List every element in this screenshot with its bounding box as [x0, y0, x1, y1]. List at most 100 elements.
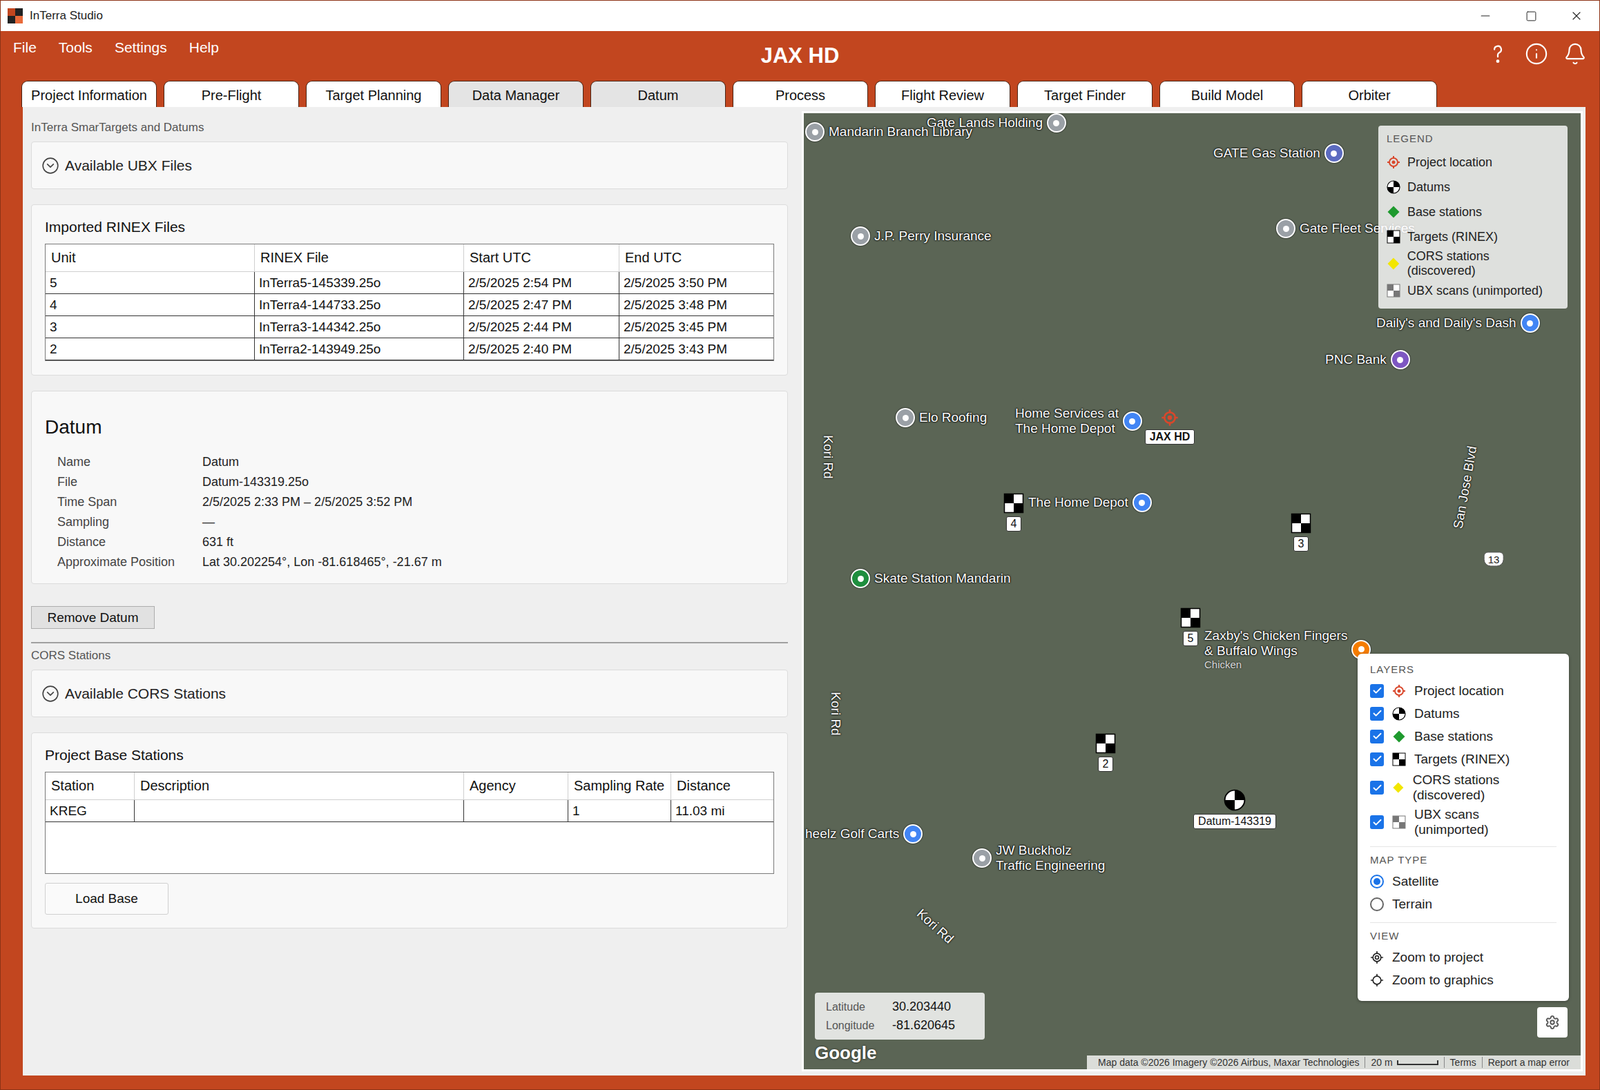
- checkbox[interactable]: [1370, 815, 1384, 830]
- map-pin-icon[interactable]: [1276, 218, 1296, 239]
- target-marker[interactable]: 5: [1142, 607, 1239, 647]
- tab[interactable]: Orbiter: [1301, 80, 1438, 108]
- map-poi[interactable]: heelz Golf Carts: [805, 824, 923, 844]
- target-marker[interactable]: 3: [1252, 513, 1350, 552]
- map-poi[interactable]: GATE Gas Station: [1213, 143, 1344, 163]
- layer-toggle[interactable]: Base stations: [1370, 725, 1557, 748]
- map-pin-icon[interactable]: [1132, 493, 1152, 513]
- column-header[interactable]: Sampling Rate: [568, 772, 672, 801]
- help-icon[interactable]: [1486, 42, 1510, 66]
- project-marker[interactable]: JAX HD: [1121, 408, 1219, 445]
- ubx-files-expander[interactable]: Available UBX Files: [31, 141, 788, 190]
- attribution-link[interactable]: Terms: [1443, 1057, 1482, 1069]
- table-row[interactable]: 4InTerra4-144733.25o2/5/2025 2:47 PM2/5/…: [45, 294, 774, 317]
- column-header[interactable]: Unit: [45, 244, 255, 273]
- layer-toggle[interactable]: CORS stations (discovered): [1370, 770, 1557, 806]
- tab[interactable]: Build Model: [1159, 80, 1295, 108]
- map-pin-icon[interactable]: [1324, 143, 1344, 163]
- cors-stations-expander[interactable]: Available CORS Stations: [31, 669, 788, 718]
- datum-marker[interactable]: Datum-143319: [1186, 789, 1284, 830]
- column-header[interactable]: End UTC: [619, 244, 774, 273]
- tab[interactable]: Process: [732, 80, 869, 108]
- map-poi[interactable]: Daily's and Daily's Dash: [1376, 313, 1540, 333]
- layer-toggle[interactable]: Datums: [1370, 702, 1557, 726]
- map-pin-icon[interactable]: [895, 408, 915, 428]
- maximize-button[interactable]: [1508, 0, 1554, 32]
- chevron-icon[interactable]: [41, 685, 60, 703]
- maximize-icon[interactable]: [1525, 10, 1538, 23]
- gear-icon[interactable]: [1544, 1015, 1560, 1031]
- menu-item[interactable]: Settings: [114, 39, 168, 56]
- remove-datum-button[interactable]: Remove Datum: [31, 606, 155, 630]
- load-base-button[interactable]: Load Base: [44, 883, 169, 915]
- view-action[interactable]: Zoom to project: [1370, 946, 1557, 969]
- menu-item[interactable]: Tools: [58, 39, 93, 56]
- map-pin-icon[interactable]: [850, 226, 871, 246]
- layer-toggle[interactable]: UBX scans (unimported): [1370, 805, 1557, 840]
- map-poi[interactable]: PNC Bank: [1325, 350, 1411, 370]
- column-header[interactable]: Station: [45, 772, 135, 801]
- map-poi[interactable]: Zaxby's Chicken Fingers& Buffalo WingsCh…: [1204, 628, 1371, 671]
- column-header[interactable]: Distance: [671, 772, 774, 801]
- minimize-button[interactable]: [1462, 0, 1509, 32]
- layer-toggle[interactable]: Targets (RINEX): [1370, 747, 1557, 771]
- map-pin-icon[interactable]: [850, 569, 871, 589]
- map-poi[interactable]: Home Services atThe Home Depot: [1015, 406, 1143, 437]
- poi-label: Home Services at: [1015, 406, 1119, 422]
- column-header[interactable]: Agency: [464, 772, 569, 801]
- zoom-graphics-icon[interactable]: [1370, 973, 1384, 988]
- menu-item[interactable]: File: [13, 39, 37, 56]
- tab[interactable]: Flight Review: [874, 80, 1011, 108]
- menu-item[interactable]: Help: [189, 39, 219, 56]
- map-pin-icon[interactable]: [1122, 411, 1143, 431]
- checkbox[interactable]: [1370, 707, 1384, 721]
- map-pin-icon[interactable]: [903, 824, 923, 844]
- tab[interactable]: Project Information: [21, 80, 157, 108]
- map-poi[interactable]: Mandarin Branch Library: [805, 122, 973, 142]
- radio[interactable]: [1370, 874, 1384, 889]
- tab[interactable]: Datum: [590, 80, 726, 108]
- map-type-option[interactable]: Terrain: [1370, 892, 1557, 916]
- minimize-icon[interactable]: [1478, 8, 1493, 23]
- tab[interactable]: Target Planning: [305, 80, 442, 108]
- tab[interactable]: Target Finder: [1017, 80, 1153, 108]
- attribution-link[interactable]: Report a map error: [1481, 1057, 1576, 1069]
- tab[interactable]: Data Manager: [448, 80, 584, 108]
- map-pin-icon[interactable]: [1520, 313, 1540, 333]
- column-header[interactable]: Description: [134, 772, 465, 801]
- info-icon[interactable]: [1524, 42, 1549, 66]
- map-poi[interactable]: J.P. Perry Insurance: [850, 226, 992, 246]
- view-action[interactable]: Zoom to graphics: [1370, 968, 1557, 992]
- map-type-option[interactable]: Satellite: [1370, 870, 1557, 893]
- tab[interactable]: Pre-Flight: [163, 80, 300, 108]
- close-icon[interactable]: [1569, 8, 1584, 23]
- map-settings-button[interactable]: [1537, 1007, 1568, 1038]
- checkbox[interactable]: [1370, 781, 1384, 795]
- column-header[interactable]: RINEX File: [254, 244, 465, 273]
- table-row[interactable]: 5InTerra5-145339.25o2/5/2025 2:54 PM2/5/…: [45, 272, 774, 295]
- checkbox[interactable]: [1370, 752, 1384, 767]
- map-poi[interactable]: JW BuckholzTraffic Engineering: [972, 843, 1105, 874]
- column-header[interactable]: Start UTC: [464, 244, 620, 273]
- table-row[interactable]: KREG111.03 mi: [45, 800, 774, 823]
- table-row[interactable]: 3InTerra3-144342.25o2/5/2025 2:44 PM2/5/…: [45, 316, 774, 339]
- radio[interactable]: [1370, 897, 1384, 912]
- map-poi[interactable]: Skate Station Mandarin: [850, 569, 1011, 589]
- map-poi[interactable]: Elo Roofing: [895, 408, 987, 428]
- target-marker[interactable]: 4: [965, 493, 1063, 532]
- chevron-icon[interactable]: [41, 156, 60, 175]
- map-pin-icon[interactable]: [805, 122, 825, 142]
- map-pin-icon[interactable]: [1390, 350, 1411, 370]
- zoom-project-icon[interactable]: [1370, 950, 1384, 965]
- checkbox[interactable]: [1370, 684, 1384, 699]
- layer-toggle[interactable]: Project location: [1370, 679, 1557, 703]
- close-button[interactable]: [1553, 0, 1600, 32]
- map-pin-icon[interactable]: [1046, 113, 1067, 133]
- bell-icon[interactable]: [1563, 42, 1587, 66]
- checkbox[interactable]: [1370, 729, 1384, 744]
- table-row[interactable]: 2InTerra2-143949.25o2/5/2025 2:40 PM2/5/…: [45, 338, 774, 361]
- map-poi[interactable]: The Home Depot: [1028, 493, 1152, 513]
- map-pin-icon[interactable]: [972, 848, 992, 869]
- map[interactable]: Gate Lands HoldingMandarin Branch Librar…: [801, 111, 1583, 1072]
- target-marker[interactable]: 2: [1057, 733, 1154, 773]
